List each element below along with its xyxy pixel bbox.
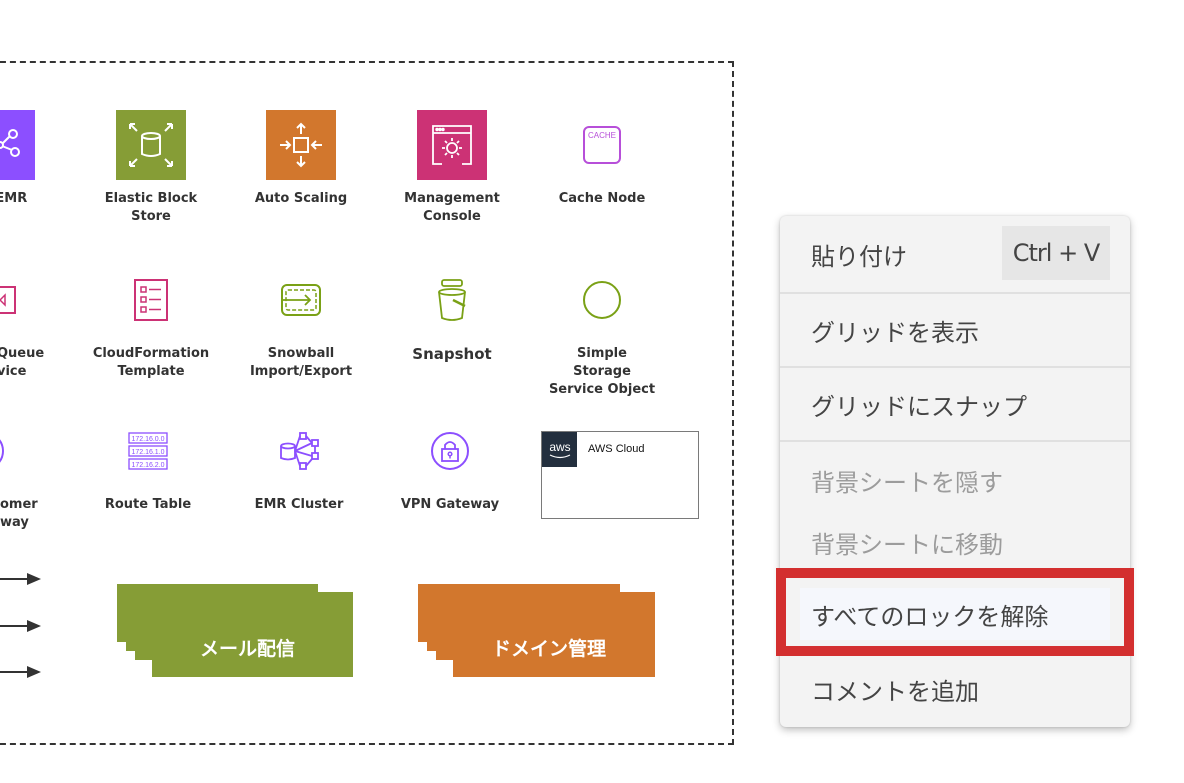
stack-label: ドメイン管理 xyxy=(492,638,607,660)
menu-item-label: 背景シートに移動 xyxy=(811,530,1003,559)
domain-management-stack[interactable]: ドメイン管理 xyxy=(418,584,655,677)
node-emr-cluster[interactable]: EMR Cluster xyxy=(224,416,374,514)
node-label: Queue vice xyxy=(0,346,45,379)
node-label: Route Table xyxy=(104,497,192,512)
paste-shortcut-badge: Ctrl + V xyxy=(1002,226,1110,280)
node-label: on EMR xyxy=(0,191,28,206)
route-table-icon: 172.16.0.0 172.16.1.0 172.16.2.0 xyxy=(128,432,168,470)
node-label: Snapshot xyxy=(412,345,492,363)
node-label: omer way xyxy=(0,497,38,530)
node-label: Elastic Block Store xyxy=(104,191,198,224)
aws-logo-text: aws xyxy=(549,440,570,454)
node-label: CloudFormation Template xyxy=(92,346,210,379)
menu-item-show-grid[interactable]: グリッドを表示 xyxy=(780,294,1130,366)
node-emr[interactable]: on EMR xyxy=(0,110,75,208)
menu-item-label: 背景シートを隠す xyxy=(811,468,1003,497)
customer-gateway-icon xyxy=(0,439,4,463)
elastic-block-store-icon xyxy=(116,110,186,180)
menu-item-move-to-background-sheet: 背景シートに移動 xyxy=(780,512,1130,572)
node-snowball[interactable]: Snowball Import/Export xyxy=(226,265,376,381)
snowball-icon xyxy=(281,284,321,316)
cloudformation-template-icon xyxy=(134,279,168,321)
menu-divider xyxy=(780,440,1130,442)
highlight-annotation-box xyxy=(776,568,1134,656)
emr-icon xyxy=(0,110,35,180)
route-row-text: 172.16.0.0 xyxy=(131,436,164,443)
node-label: Simple Storage Service Object xyxy=(548,346,656,397)
auto-scaling-icon xyxy=(266,110,336,180)
management-console-icon xyxy=(417,110,487,180)
node-cloudformation-template[interactable]: CloudFormation Template xyxy=(76,265,226,381)
node-vpn-gateway[interactable]: VPN Gateway xyxy=(375,416,525,514)
mail-delivery-stack[interactable]: メール配信 xyxy=(117,584,353,677)
node-s3-object[interactable]: Simple Storage Service Object xyxy=(527,265,677,399)
connector-arrow[interactable] xyxy=(0,572,42,586)
aws-logo-icon: aws xyxy=(542,432,577,467)
menu-item-add-comment[interactable]: コメントを追加 xyxy=(780,656,1130,722)
connector-arrow[interactable] xyxy=(0,619,42,633)
node-queue-service[interactable]: Queue vice xyxy=(0,265,75,381)
node-label: Auto Scaling xyxy=(254,191,348,206)
snapshot-icon xyxy=(438,279,466,321)
node-label: Snowball Import/Export xyxy=(249,346,353,379)
node-route-table[interactable]: 172.16.0.0 172.16.1.0 172.16.2.0 Route T… xyxy=(73,416,223,514)
menu-item-paste[interactable]: 貼り付け Ctrl + V xyxy=(780,216,1130,292)
node-customer-gateway[interactable]: omer way xyxy=(0,416,75,532)
node-management-console[interactable]: Management Console xyxy=(377,110,527,226)
node-label: EMR Cluster xyxy=(254,497,344,512)
route-row-text: 172.16.2.0 xyxy=(131,462,164,469)
menu-item-label: グリッドを表示 xyxy=(811,318,979,347)
node-label: Management Console xyxy=(404,191,500,224)
node-auto-scaling[interactable]: Auto Scaling xyxy=(226,110,376,208)
menu-item-label: コメントを追加 xyxy=(811,677,979,706)
node-cache-node[interactable]: CACHE Cache Node xyxy=(527,110,677,208)
cache-icon-text: CACHE xyxy=(588,131,616,140)
cache-node-icon: CACHE xyxy=(583,126,621,164)
menu-item-label: グリッドにスナップ xyxy=(811,392,1027,421)
emr-cluster-icon xyxy=(280,432,319,470)
menu-item-label: 貼り付け xyxy=(811,242,907,271)
node-label: VPN Gateway xyxy=(400,497,500,512)
queue-service-icon xyxy=(0,286,16,314)
node-label: Cache Node xyxy=(558,191,646,206)
node-snapshot[interactable]: Snapshot xyxy=(377,265,527,363)
stack-label: メール配信 xyxy=(200,638,296,660)
vpn-gateway-icon xyxy=(431,432,469,470)
aws-cloud-title: AWS Cloud xyxy=(588,443,645,455)
connector-arrow[interactable] xyxy=(0,665,42,679)
aws-cloud-group[interactable]: aws AWS Cloud xyxy=(541,431,699,519)
s3-object-icon xyxy=(583,281,621,319)
menu-item-hide-background-sheet: 背景シートを隠す xyxy=(780,450,1130,510)
node-elastic-block-store[interactable]: Elastic Block Store xyxy=(76,110,226,226)
route-row-text: 172.16.1.0 xyxy=(131,449,164,456)
menu-item-snap-to-grid[interactable]: グリッドにスナップ xyxy=(780,368,1130,440)
